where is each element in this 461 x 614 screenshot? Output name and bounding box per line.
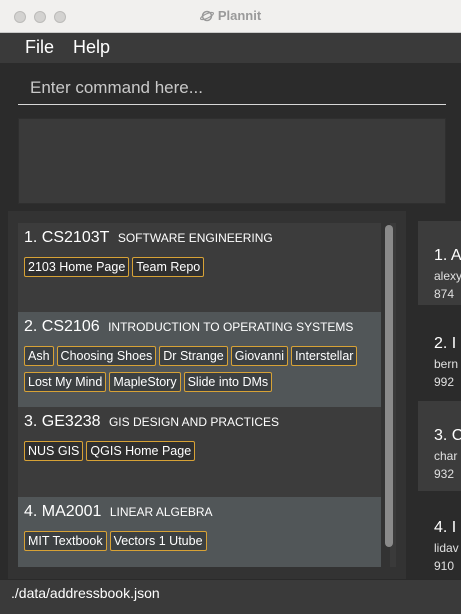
result-display	[18, 118, 446, 204]
app-window: Plannit File Help 1. CS2103T SOFTWARE EN…	[0, 0, 461, 614]
module-code: CS2103T	[41, 229, 110, 246]
module-card[interactable]: 1. CS2103T SOFTWARE ENGINEERING 2103 Hom…	[18, 223, 381, 312]
module-code: MA2001	[41, 503, 102, 520]
module-heading: 3. GE3238 GIS DESIGN AND PRACTICES	[24, 413, 375, 437]
person-name: I	[451, 519, 457, 536]
save-location-text: ./data/addressbook.json	[11, 585, 160, 601]
module-link-tag[interactable]: Giovanni	[230, 346, 289, 366]
module-link-tag[interactable]: Slide into DMs	[183, 372, 273, 392]
menu-bar: File Help	[0, 33, 461, 63]
person-phone: 992	[434, 375, 455, 389]
module-link-tag[interactable]: Vectors 1 Utube	[109, 531, 207, 551]
module-link-tag[interactable]: Lost My Mind	[24, 372, 107, 392]
person-list-panel[interactable]: 1. A alexy 874 2. I bern 992 3. C char 9…	[406, 211, 461, 579]
module-list-scrollbar-thumb[interactable]	[385, 225, 393, 547]
person-index: 2.	[434, 335, 448, 352]
module-link-tag[interactable]: Dr Strange	[159, 346, 228, 366]
person-phone: 910	[434, 559, 455, 573]
person-card[interactable]: 4. I lidav 910	[418, 493, 461, 579]
module-index: 3.	[24, 413, 38, 430]
module-title: LINEAR ALGEBRA	[109, 505, 213, 519]
person-email: bern	[434, 357, 459, 371]
title-bar: Plannit	[0, 0, 461, 33]
module-card[interactable]: 3. GE3238 GIS DESIGN AND PRACTICES NUS G…	[18, 407, 381, 497]
person-card[interactable]: 3. C char 932	[418, 401, 461, 491]
person-index: 1.	[434, 247, 448, 264]
person-name: I	[451, 335, 457, 352]
module-link-tag[interactable]: QGIS Home Page	[86, 441, 196, 461]
person-email: alexy	[434, 269, 461, 283]
person-heading: 2. I	[434, 335, 461, 353]
module-title: INTRODUCTION TO OPERATING SYSTEMS	[108, 320, 354, 334]
module-title: GIS DESIGN AND PRACTICES	[108, 415, 280, 429]
module-link-tag[interactable]: NUS GIS	[24, 441, 84, 461]
person-card[interactable]: 2. I bern 992	[418, 309, 461, 395]
module-list: 1. CS2103T SOFTWARE ENGINEERING 2103 Hom…	[18, 223, 381, 567]
person-email: lidav	[434, 541, 459, 555]
person-email: char	[434, 449, 458, 463]
module-tags: 2103 Home Page Team Repo	[24, 257, 375, 283]
person-index: 4.	[434, 519, 448, 536]
module-index: 1.	[24, 229, 38, 246]
module-link-tag[interactable]: MapleStory	[109, 372, 181, 392]
module-code: CS2106	[41, 318, 100, 335]
person-phone: 932	[434, 467, 455, 481]
module-title: SOFTWARE ENGINEERING	[117, 231, 273, 245]
command-input[interactable]	[18, 71, 446, 105]
person-heading: 1. A	[434, 247, 461, 265]
module-link-tag[interactable]: Ash	[24, 346, 54, 366]
module-heading: 2. CS2106 INTRODUCTION TO OPERATING SYST…	[24, 318, 375, 342]
person-name: C	[451, 427, 461, 444]
module-index: 2.	[24, 318, 38, 335]
person-index: 3.	[434, 427, 448, 444]
person-name: A	[450, 247, 461, 264]
person-card[interactable]: 1. A alexy 874	[418, 221, 461, 305]
module-heading: 4. MA2001 LINEAR ALGEBRA	[24, 503, 375, 527]
module-heading: 1. CS2103T SOFTWARE ENGINEERING	[24, 229, 375, 253]
module-code: GE3238	[41, 413, 101, 430]
module-tags: Ash Choosing Shoes Dr Strange Giovanni Inter…	[24, 346, 375, 398]
person-phone: 874	[434, 287, 455, 301]
planet-icon	[199, 10, 214, 22]
module-list-panel[interactable]: 1. CS2103T SOFTWARE ENGINEERING 2103 Hom…	[8, 211, 406, 579]
module-card[interactable]: 2. CS2106 INTRODUCTION TO OPERATING SYST…	[18, 312, 381, 407]
person-heading: 4. I	[434, 519, 461, 537]
status-bar: ./data/addressbook.json	[0, 579, 461, 614]
menu-help[interactable]: Help	[73, 37, 110, 58]
module-link-tag[interactable]: Choosing Shoes	[56, 346, 157, 366]
module-card[interactable]: 4. MA2001 LINEAR ALGEBRA MIT Textbook Vec…	[18, 497, 381, 567]
module-link-tag[interactable]: 2103 Home Page	[24, 257, 130, 277]
window-title-text: Plannit	[217, 8, 262, 23]
module-link-tag[interactable]: MIT Textbook	[24, 531, 107, 551]
module-link-tag[interactable]: Interstellar	[291, 346, 358, 366]
menu-file[interactable]: File	[25, 37, 54, 58]
module-index: 4.	[24, 503, 38, 520]
module-tags: NUS GIS QGIS Home Page	[24, 441, 375, 467]
command-box	[0, 63, 461, 111]
module-tags: MIT Textbook Vectors 1 Utube	[24, 531, 375, 557]
person-heading: 3. C	[434, 427, 461, 445]
window-title: Plannit	[0, 8, 461, 23]
module-link-tag[interactable]: Team Repo	[132, 257, 205, 277]
